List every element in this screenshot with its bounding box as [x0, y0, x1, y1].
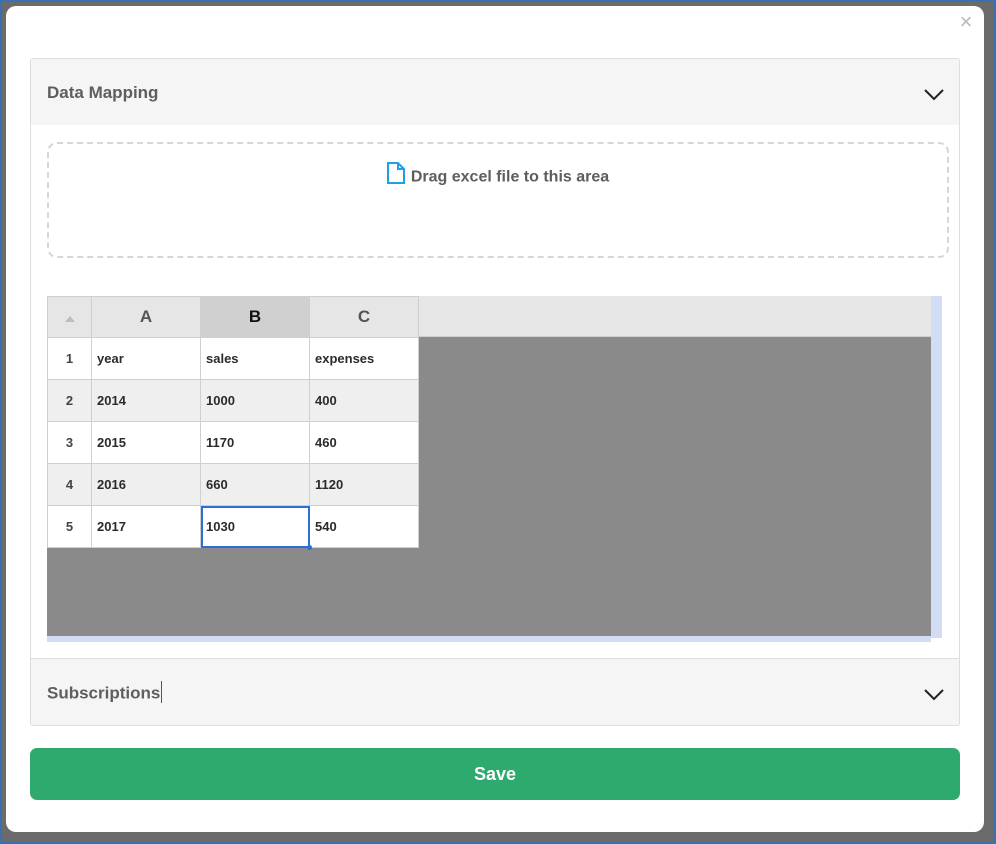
column-header-c[interactable]: C — [309, 296, 419, 338]
row-header[interactable]: 1 — [47, 337, 92, 380]
text-cursor — [161, 681, 163, 703]
table-cell[interactable]: 2017 — [91, 505, 201, 548]
vertical-scrollbar[interactable] — [931, 296, 942, 638]
select-all-corner[interactable] — [47, 296, 92, 338]
column-header-a[interactable]: A — [91, 296, 201, 338]
table-cell[interactable]: 540 — [309, 505, 419, 548]
subscriptions-panel[interactable]: Subscriptions — [30, 658, 960, 726]
modal-dialog: × Data Mapping Drag excel file to this a… — [6, 6, 984, 832]
row-header[interactable]: 5 — [47, 505, 92, 548]
row-header[interactable]: 4 — [47, 463, 92, 506]
file-dropzone[interactable]: Drag excel file to this area — [47, 142, 949, 258]
triangle-up-icon — [64, 316, 75, 322]
table-cell[interactable]: year — [91, 337, 201, 380]
data-mapping-header[interactable]: Data Mapping — [31, 59, 959, 125]
file-icon — [386, 162, 405, 189]
table-cell[interactable]: 660 — [200, 463, 310, 506]
table-row: 3 2015 1170 460 — [47, 421, 419, 464]
chevron-down-icon[interactable] — [923, 683, 945, 705]
table-cell[interactable]: 1000 — [200, 379, 310, 422]
column-header-b[interactable]: B — [200, 296, 310, 338]
table-cell[interactable]: sales — [200, 337, 310, 380]
table-cell[interactable]: 2014 — [91, 379, 201, 422]
table-row: 4 2016 660 1120 — [47, 463, 419, 506]
spreadsheet-grid: A B C 1 year sales expenses 2 2014 1000 … — [47, 296, 419, 550]
chevron-down-icon[interactable] — [923, 83, 945, 105]
table-cell[interactable]: 2015 — [91, 421, 201, 464]
horizontal-scrollbar[interactable] — [47, 636, 931, 642]
dropzone-text: Drag excel file to this area — [410, 168, 610, 186]
table-cell[interactable]: expenses — [309, 337, 419, 380]
save-button[interactable]: Save — [30, 748, 960, 800]
selected-cell-value: 1030 — [206, 519, 235, 534]
table-cell[interactable]: 2016 — [91, 463, 201, 506]
close-icon[interactable]: × — [954, 10, 978, 34]
fill-handle[interactable] — [307, 545, 312, 550]
table-cell[interactable]: 1170 — [200, 421, 310, 464]
row-header[interactable]: 2 — [47, 379, 92, 422]
table-row: 5 2017 1030 540 — [47, 505, 419, 550]
table-cell[interactable]: 460 — [309, 421, 419, 464]
data-mapping-title: Data Mapping — [47, 83, 159, 102]
table-row: 2 2014 1000 400 — [47, 379, 419, 422]
spreadsheet[interactable]: A B C 1 year sales expenses 2 2014 1000 … — [47, 296, 931, 638]
data-mapping-panel: Data Mapping Drag excel file to this are… — [30, 58, 960, 659]
table-cell[interactable]: 1120 — [309, 463, 419, 506]
subscriptions-title: Subscriptions — [47, 681, 163, 705]
subscriptions-title-text: Subscriptions — [47, 683, 161, 703]
selected-cell[interactable]: 1030 — [200, 505, 312, 550]
table-row: 1 year sales expenses — [47, 337, 419, 380]
table-cell[interactable]: 400 — [309, 379, 419, 422]
row-header[interactable]: 3 — [47, 421, 92, 464]
dropzone-content: Drag excel file to this area — [49, 162, 947, 191]
